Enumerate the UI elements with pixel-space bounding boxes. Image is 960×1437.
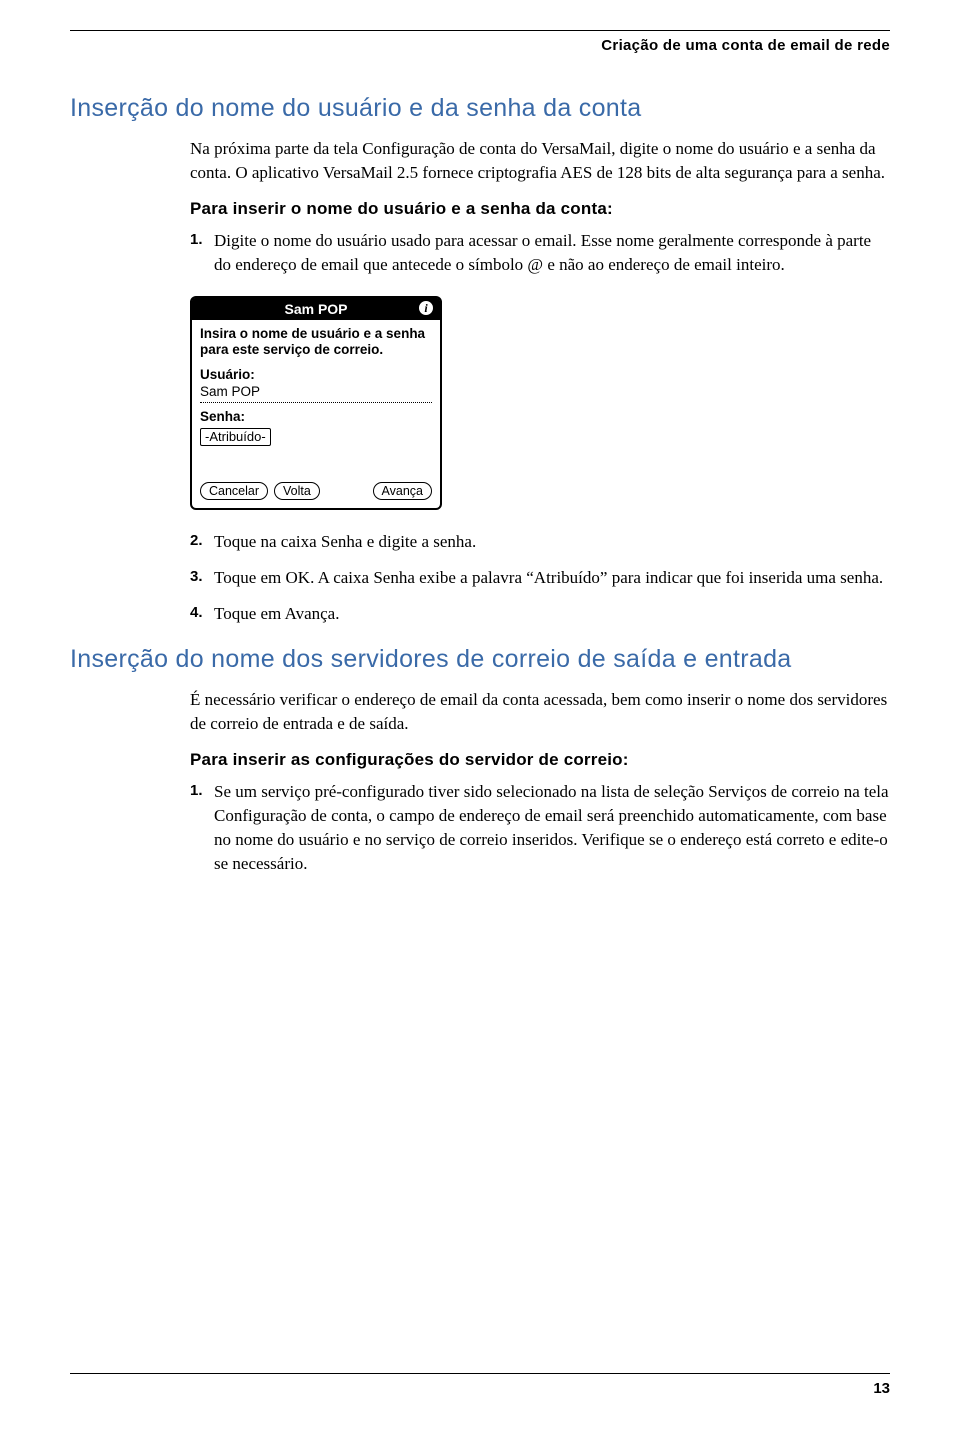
section1-step1-text: Digite o nome do usuário usado para aces… [214, 231, 871, 274]
device-titlebar: Sam POP i [192, 298, 440, 320]
step-number-1: 1. [190, 229, 203, 250]
usuario-field[interactable]: Sam POP [200, 384, 432, 403]
step-number-1b: 1. [190, 780, 203, 801]
section1-step3: 3. Toque em OK. A caixa Senha exibe a pa… [190, 566, 890, 590]
header-rule [70, 30, 890, 31]
senha-field[interactable]: -Atribuído- [200, 428, 271, 446]
usuario-label: Usuário: [200, 367, 432, 384]
device-title: Sam POP [284, 301, 347, 317]
next-button[interactable]: Avança [373, 482, 432, 500]
device-instruction: Insira o nome de usuário e a senha para … [200, 326, 432, 360]
section2-step1-text: Se um serviço pré-configurado tiver sido… [214, 782, 889, 873]
senha-label: Senha: [200, 409, 432, 426]
footer-rule [70, 1373, 890, 1374]
info-icon[interactable]: i [418, 300, 434, 316]
section-title-insercao-nome: Inserção do nome do usuário e da senha d… [70, 94, 890, 123]
section2-step1: 1. Se um serviço pré-configurado tiver s… [190, 780, 890, 877]
section2-para1: É necessário verificar o endereço de ema… [190, 688, 890, 736]
page-number: 13 [70, 1380, 890, 1397]
section1-step3-text: Toque em OK. A caixa Senha exibe a palav… [214, 568, 883, 587]
section1-step2-text: Toque na caixa Senha e digite a senha. [214, 532, 476, 551]
section2-subhead: Para inserir as configurações do servido… [190, 750, 890, 770]
section-title-servidores: Inserção do nome dos servidores de corre… [70, 645, 890, 674]
section1-step2: 2. Toque na caixa Senha e digite a senha… [190, 530, 890, 554]
back-button[interactable]: Volta [274, 482, 320, 500]
running-header: Criação de uma conta de email de rede [70, 37, 890, 54]
section1-para1: Na próxima parte da tela Configuração de… [190, 137, 890, 185]
device-screenshot: Sam POP i Insira o nome de usuário e a s… [190, 296, 442, 511]
step-number-4: 4. [190, 602, 203, 623]
section1-step4: 4. Toque em Avança. [190, 602, 890, 626]
section1-step1: 1. Digite o nome do usuário usado para a… [190, 229, 890, 277]
cancel-button[interactable]: Cancelar [200, 482, 268, 500]
step-number-3: 3. [190, 566, 203, 587]
section1-step4-text: Toque em Avança. [214, 604, 339, 623]
step-number-2: 2. [190, 530, 203, 551]
section1-subhead: Para inserir o nome do usuário e a senha… [190, 199, 890, 219]
